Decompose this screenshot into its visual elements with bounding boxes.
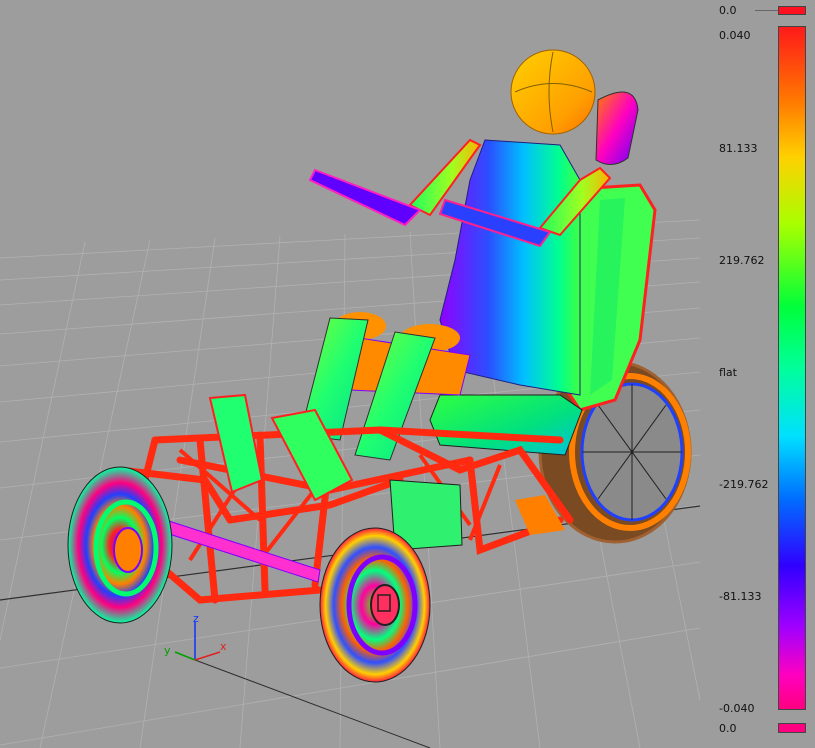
- scale-tick-label: 219.762: [719, 254, 765, 267]
- scale-tick-label: -219.762: [719, 478, 769, 491]
- axis-label-y: y: [164, 644, 171, 657]
- 3d-viewport[interactable]: z y x 0.0 0.040 81.133 219.762 flat -219…: [0, 0, 815, 748]
- scale-tick-label: flat: [719, 366, 737, 379]
- front-left-wheel: [67, 466, 173, 624]
- seat-cushion: [429, 394, 583, 456]
- axis-label-z: z: [193, 612, 199, 625]
- front-right-wheel: [319, 527, 431, 683]
- scale-top-swatch[interactable]: [778, 6, 806, 15]
- scale-tick-label: 81.133: [719, 142, 758, 155]
- scale-tick-label: 0.040: [719, 29, 751, 42]
- scale-bottom-swatch[interactable]: [778, 723, 806, 733]
- scale-tick-label: -0.040: [719, 702, 755, 715]
- scale-top-label: 0.0: [719, 4, 737, 17]
- scale-gradient-bar[interactable]: [778, 26, 806, 710]
- color-scale: 0.0 0.040 81.133 219.762 flat -219.762 -…: [700, 0, 815, 748]
- forearm-left: [308, 168, 422, 227]
- headrest: [595, 91, 639, 165]
- scale-top-connector: [755, 10, 778, 11]
- footrest-left: [208, 393, 264, 494]
- axis-triad: [174, 622, 221, 661]
- axis-label-x: x: [220, 640, 227, 653]
- model-view[interactable]: z y x: [0, 0, 815, 748]
- scale-tick-label: -81.133: [719, 590, 762, 603]
- head: [510, 49, 596, 135]
- scale-bottom-label: 0.0: [719, 722, 737, 735]
